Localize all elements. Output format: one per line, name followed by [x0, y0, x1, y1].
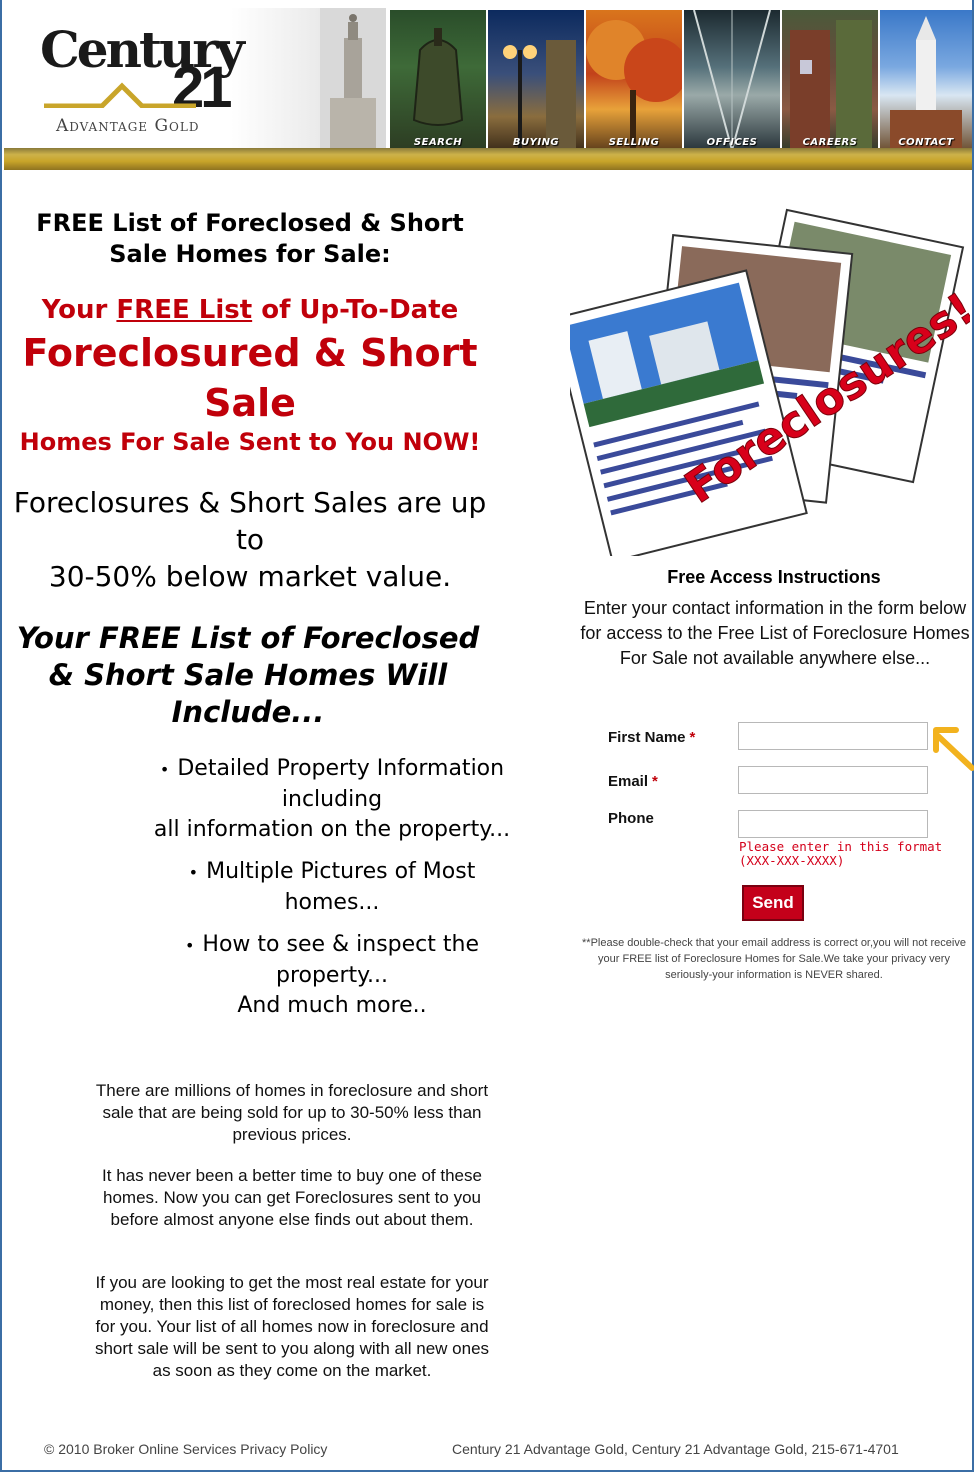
nav-offices[interactable]: OFFICES [684, 10, 780, 152]
savings-line-1: Foreclosures & Short Sales are up to [13, 486, 487, 556]
nav-buying-label: BUYING [512, 137, 560, 148]
street-lamp-image [503, 40, 576, 150]
list-item: • How to see & inspect the property... And… [184, 932, 480, 1018]
nav-careers-label: CAREERS [802, 137, 858, 148]
email-label: Email * [608, 773, 658, 790]
logo-subtitle: Advantage Gold [56, 116, 200, 136]
send-button[interactable]: Send [742, 885, 804, 921]
subheadline-prefix: Your [41, 295, 117, 325]
phone-format-hint: Please enter in this format (XXX-XXX-XXX… [739, 839, 943, 868]
foreclosures-flyer-image: Foreclosures! [570, 208, 970, 556]
nav-offices-label: OFFICES [706, 137, 758, 148]
savings-line-2: 30-50% below market value. [48, 560, 452, 593]
autumn-tree-image [586, 20, 682, 150]
nav-search-label: SEARCH [413, 137, 463, 148]
access-instructions-body: Enter your contact information in the fo… [580, 598, 970, 668]
page: Century 21 Advantage Gold SEARCH BUYING … [0, 0, 974, 1472]
subheadline-foreclosured: Foreclosured & Short Sale [22, 331, 478, 425]
independence-hall-image [890, 16, 962, 152]
phone-field[interactable] [738, 810, 928, 838]
nav-contact[interactable]: CONTACT [880, 10, 972, 152]
privacy-disclaimer: **Please double-check that your email ad… [582, 937, 966, 981]
subheadline-sent-now: Homes For Sale Sent to You NOW! [19, 428, 481, 456]
header-banner: Century 21 Advantage Gold SEARCH BUYING … [4, 8, 972, 154]
first-name-label: First Name * [608, 729, 696, 746]
first-name-input[interactable] [738, 722, 928, 750]
body-paragraph: If you are looking to get the most real … [94, 1273, 490, 1380]
list-item: • Multiple Pictures of Most homes... [188, 859, 476, 915]
list-item: • Detailed Property Information including… [153, 756, 511, 842]
nav-contact-label: CONTACT [898, 137, 954, 148]
nav-careers[interactable]: CAREERS [782, 10, 878, 152]
include-heading: Your FREE List of Foreclosed & Short Sal… [16, 621, 480, 729]
access-instructions-title: Free Access Instructions [667, 567, 881, 587]
liberty-bell-image [412, 28, 464, 126]
free-list-link[interactable]: FREE List [116, 295, 252, 325]
page-headline: FREE List of Foreclosed & Short Sale Hom… [36, 209, 464, 268]
required-marker: * [689, 729, 696, 746]
subheadline-free-list: Your FREE List of Up-To-Date [12, 292, 488, 328]
email-field[interactable] [738, 766, 928, 794]
nav-buying[interactable]: BUYING [488, 10, 584, 152]
nav-selling-label: SELLING [608, 137, 660, 148]
savings-statement: Foreclosures & Short Sales are up to 30-… [12, 484, 488, 595]
feature-list: • Detailed Property Information including… [152, 754, 512, 1033]
body-paragraph: There are millions of homes in foreclosu… [95, 1081, 489, 1144]
header-gold-bar [4, 148, 972, 170]
nav-search[interactable]: SEARCH [390, 10, 486, 152]
footer-contact-info: Century 21 Advantage Gold, Century 21 Ad… [452, 1441, 899, 1457]
phone-label: Phone [608, 810, 654, 827]
required-marker: * [652, 773, 658, 790]
bridge-image [693, 10, 771, 151]
nav-selling[interactable]: SELLING [586, 10, 682, 152]
city-hall-tower-image [320, 8, 386, 152]
house-roof-icon [44, 82, 196, 108]
colonial-street-image [790, 20, 872, 150]
pointer-arrow-icon [933, 727, 974, 771]
body-paragraph: It has never been a better time to buy o… [102, 1166, 482, 1229]
footer-copyright[interactable]: © 2010 Broker Online Services Privacy Po… [44, 1441, 327, 1457]
subheadline-suffix: of Up-To-Date [252, 295, 459, 325]
